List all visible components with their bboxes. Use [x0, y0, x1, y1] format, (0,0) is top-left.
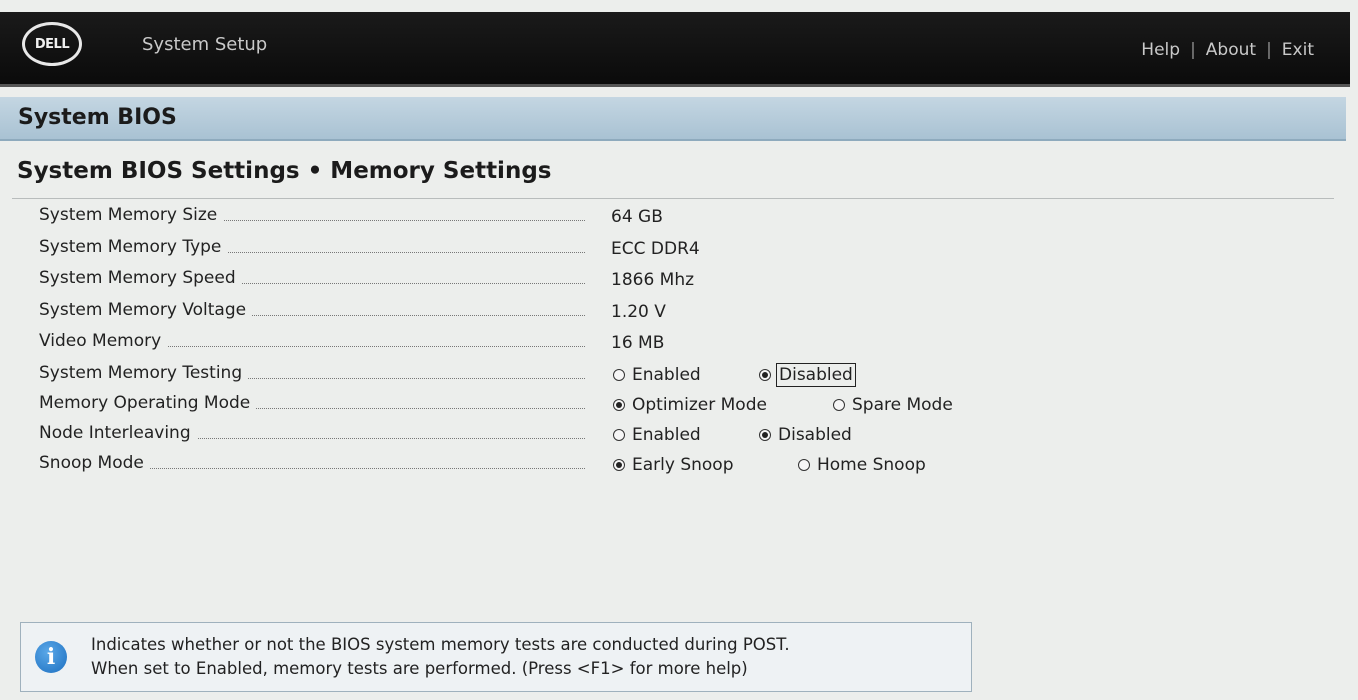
- help-link[interactable]: Help: [1141, 40, 1180, 60]
- setting-row-node-interleaving: Node Interleaving Enabled Disabled: [0, 421, 1300, 449]
- early-snoop-radio[interactable]: Early Snoop: [613, 455, 734, 475]
- help-line-2: When set to Enabled, memory tests are pe…: [91, 659, 748, 678]
- setting-label: Snoop Mode: [39, 453, 150, 473]
- radio-off-icon: [613, 369, 625, 381]
- setting-value: ECC DDR4: [611, 239, 700, 259]
- section-title: System BIOS: [18, 105, 177, 130]
- setting-label: System Memory Voltage: [39, 300, 253, 320]
- setting-label: System Memory Testing: [39, 363, 249, 383]
- radio-off-icon: [798, 459, 810, 471]
- setting-row-memory-voltage: System Memory Voltage 1.20 V: [0, 298, 1300, 326]
- memory-testing-enabled-radio[interactable]: Enabled: [613, 365, 701, 385]
- top-bar: DELL System Setup Help | About | Exit: [0, 12, 1350, 87]
- radio-label: Disabled: [778, 425, 852, 445]
- setting-row-memory-operating-mode: Memory Operating Mode Optimizer Mode Spa…: [0, 391, 1300, 419]
- setting-row-video-memory: Video Memory 16 MB: [0, 329, 1300, 357]
- nav-separator: |: [1190, 40, 1196, 60]
- setting-label: Node Interleaving: [39, 423, 197, 443]
- radio-off-icon: [613, 429, 625, 441]
- section-bar: System BIOS: [0, 97, 1346, 141]
- info-icon: i: [35, 641, 67, 673]
- radio-label: Enabled: [632, 365, 701, 385]
- radio-on-icon: [759, 369, 771, 381]
- radio-label: Early Snoop: [632, 455, 734, 475]
- setting-label: System Memory Size: [39, 205, 224, 225]
- setting-value: 1.20 V: [611, 302, 666, 322]
- radio-label: Home Snoop: [817, 455, 926, 475]
- memory-testing-disabled-radio[interactable]: Disabled: [759, 363, 856, 387]
- setting-label: Memory Operating Mode: [39, 393, 257, 413]
- setting-row-memory-type: System Memory Type ECC DDR4: [0, 235, 1300, 263]
- setting-value: 1866 Mhz: [611, 270, 695, 290]
- radio-label: Disabled: [776, 363, 856, 387]
- setting-value: 16 MB: [611, 333, 665, 353]
- optimizer-mode-radio[interactable]: Optimizer Mode: [613, 395, 767, 415]
- radio-on-icon: [613, 459, 625, 471]
- app-title: System Setup: [142, 34, 268, 55]
- setting-row-memory-size: System Memory Size 64 GB: [0, 203, 1300, 231]
- help-text: Indicates whether or not the BIOS system…: [91, 633, 790, 681]
- node-interleaving-enabled-radio[interactable]: Enabled: [613, 425, 701, 445]
- exit-link[interactable]: Exit: [1282, 40, 1314, 60]
- dell-logo: DELL: [22, 22, 82, 66]
- setting-label: System Memory Speed: [39, 268, 242, 288]
- title-divider: [12, 198, 1334, 199]
- radio-label: Enabled: [632, 425, 701, 445]
- help-panel: i Indicates whether or not the BIOS syst…: [20, 622, 972, 692]
- spare-mode-radio[interactable]: Spare Mode: [833, 395, 953, 415]
- top-nav: Help | About | Exit: [1141, 40, 1314, 60]
- setting-label: System Memory Type: [39, 237, 228, 257]
- setting-row-snoop-mode: Snoop Mode Early Snoop Home Snoop: [0, 451, 1300, 479]
- setting-value: 64 GB: [611, 207, 663, 227]
- node-interleaving-disabled-radio[interactable]: Disabled: [759, 425, 852, 445]
- radio-off-icon: [833, 399, 845, 411]
- help-line-1: Indicates whether or not the BIOS system…: [91, 635, 790, 654]
- setting-row-memory-testing: System Memory Testing Enabled Disabled: [0, 361, 1300, 389]
- home-snoop-radio[interactable]: Home Snoop: [798, 455, 926, 475]
- setting-row-memory-speed: System Memory Speed 1866 Mhz: [0, 266, 1300, 294]
- radio-label: Spare Mode: [852, 395, 953, 415]
- radio-on-icon: [759, 429, 771, 441]
- setting-label: Video Memory: [39, 331, 168, 351]
- page-title: System BIOS Settings • Memory Settings: [17, 158, 552, 184]
- about-link[interactable]: About: [1206, 40, 1256, 60]
- nav-separator: |: [1266, 40, 1272, 60]
- radio-on-icon: [613, 399, 625, 411]
- radio-label: Optimizer Mode: [632, 395, 767, 415]
